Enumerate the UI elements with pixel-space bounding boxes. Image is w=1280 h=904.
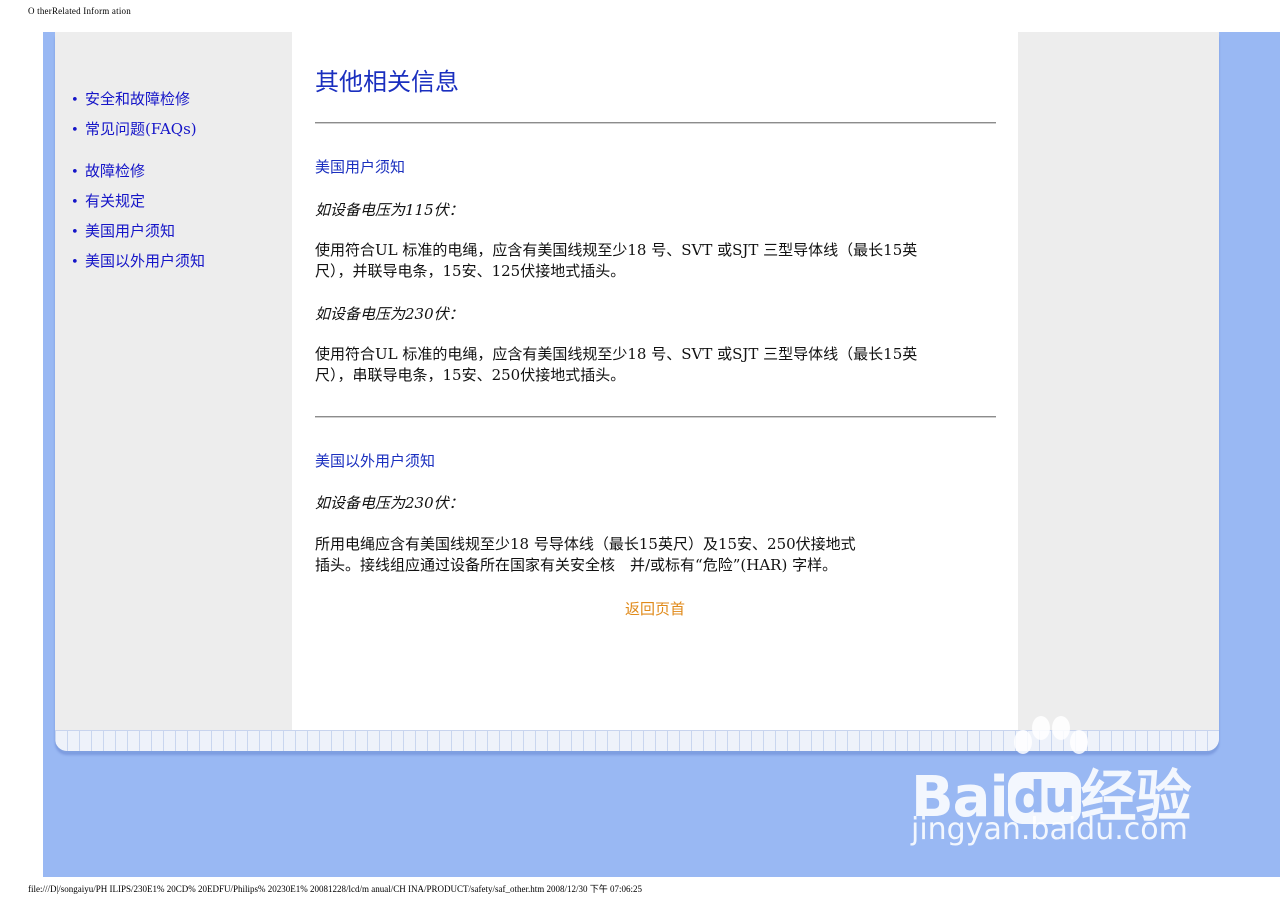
divider: [315, 122, 996, 124]
bullet-icon: •: [71, 255, 79, 270]
paragraph-line: 使用符合UL 标准的电绳，应含有美国线规至少18 号、SVT 或SJT 三型导体…: [315, 345, 918, 363]
voltage-condition-230: 如设备电压为230伏：: [315, 305, 464, 323]
sidebar-item-regulatory[interactable]: • 有关规定: [71, 186, 205, 216]
sidebar-item-intl-notice[interactable]: • 美国以外用户须知: [71, 246, 205, 276]
content-frame: • 安全和故障检修 • 常见问题(FAQs) • 故障检修 • 有关规定 • 美国用户须知…: [55, 32, 1219, 751]
sidebar-item-label[interactable]: 有关规定: [85, 192, 145, 210]
voltage-condition-115: 如设备电压为115伏：: [315, 201, 464, 219]
paragraph-line: 使用符合UL 标准的电绳，应含有美国线规至少18 号、SVT 或SJT 三型导体…: [315, 241, 918, 259]
bullet-icon: •: [71, 165, 79, 180]
voltage-condition-230-intl: 如设备电压为230伏：: [315, 494, 464, 512]
right-panel: [1018, 32, 1219, 730]
main-content: 其他相关信息 美国用户须知 如设备电压为115伏： 使用符合UL 标准的电绳，应…: [292, 32, 1018, 750]
nav-group-secondary: • 故障检修 • 有关规定 • 美国用户须知 • 美国以外用户须知: [71, 156, 205, 276]
paragraph-line: 尺），并联导电条，15安、125伏接地式插头。: [315, 262, 626, 280]
sidebar-item-label[interactable]: 常见问题(FAQs): [85, 120, 197, 138]
sidebar-item-label[interactable]: 故障检修: [85, 162, 145, 180]
us-notice-heading: 美国用户须知: [315, 158, 406, 176]
bullet-icon: •: [71, 195, 79, 210]
intl-notice-heading: 美国以外用户须知: [315, 452, 436, 470]
sidebar-item-faqs[interactable]: • 常见问题(FAQs): [71, 114, 197, 144]
sidebar-item-troubleshooting[interactable]: • 故障检修: [71, 156, 205, 186]
sidebar-item-label[interactable]: 美国以外用户须知: [85, 252, 205, 270]
paragraph-line: 所用电绳应含有美国线规至少18 号导体线（最长15英尺）及15安、250伏接地式: [315, 535, 856, 553]
us-230v-paragraph: 使用符合UL 标准的电绳，应含有美国线规至少18 号、SVT 或SJT 三型导体…: [315, 344, 975, 386]
us-115v-paragraph: 使用符合UL 标准的电绳，应含有美国线规至少18 号、SVT 或SJT 三型导体…: [315, 240, 975, 282]
sidebar-item-label[interactable]: 安全和故障检修: [85, 90, 190, 108]
nav-group-primary: • 安全和故障检修 • 常见问题(FAQs): [71, 84, 197, 144]
sidebar-item-safety[interactable]: • 安全和故障检修: [71, 84, 197, 114]
divider: [315, 416, 996, 418]
watermark-url: jingyan.baidu.com: [911, 812, 1188, 847]
page-title: 其他相关信息: [315, 68, 459, 96]
bullet-icon: •: [71, 93, 79, 108]
paragraph-line: 尺），串联导电条，15安、250伏接地式插头。: [315, 366, 626, 384]
sidebar: • 安全和故障检修 • 常见问题(FAQs) • 故障检修 • 有关规定 • 美国用户须知…: [55, 32, 292, 730]
paragraph-line: 插头。接线组应通过设备所在国家有关安全核 并/或标有“危险”(HAR) 字样。: [315, 556, 838, 574]
sidebar-item-label[interactable]: 美国用户须知: [85, 222, 175, 240]
document-footer-path: file:///D|/songaiyu/PH ILIPS/230E1% 20CD…: [28, 884, 643, 894]
back-to-top-link[interactable]: 返回页首: [625, 598, 685, 619]
document-header-title: O therRelated Inform ation: [28, 6, 131, 16]
sidebar-item-us-notice[interactable]: • 美国用户须知: [71, 216, 205, 246]
bullet-icon: •: [71, 123, 79, 138]
baidu-jingyan-watermark: Bai du 经验 jingyan.baidu.com: [905, 712, 1205, 857]
intl-230v-paragraph: 所用电绳应含有美国线规至少18 号导体线（最长15英尺）及15安、250伏接地式…: [315, 534, 975, 576]
bullet-icon: •: [71, 225, 79, 240]
